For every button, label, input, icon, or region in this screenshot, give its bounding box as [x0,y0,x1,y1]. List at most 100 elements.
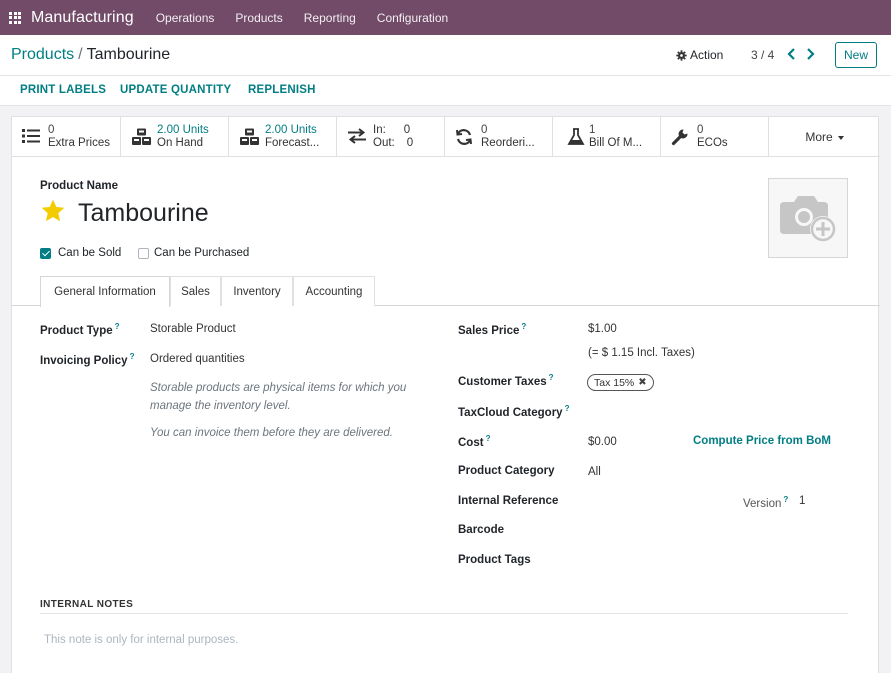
breadcrumb-current: Tambourine [86,46,171,63]
remove-tag-icon[interactable]: ✖ [638,377,646,388]
product-type-label: Product Type? [40,322,120,337]
cost-label: Cost? [458,434,491,449]
extra-prices-count: 0 [48,124,55,136]
can-be-purchased-checkbox[interactable] [138,248,149,259]
more-smart-buttons-dropdown[interactable]: More [769,117,880,157]
product-category-field[interactable]: All [588,466,601,478]
star-icon[interactable] [40,198,66,224]
smart-button-box: 0 Extra Prices 2.00 Units On Hand 2.00 Uni… [12,117,880,157]
chevron-right-icon[interactable] [804,47,816,61]
breadcrumb-separator: / [78,46,83,63]
help-tooltip-icon: ? [783,495,789,504]
gear-icon [676,49,687,61]
on-hand-smart-button[interactable]: 2.00 Units On Hand [121,117,229,157]
new-record-button[interactable]: New [835,42,877,68]
cost-field[interactable]: $0.00 [588,436,617,448]
internal-notes-input[interactable]: This note is only for internal purposes. [44,634,238,646]
forecast-label: Forecast... [265,137,320,149]
help-tooltip-icon: ? [485,434,491,443]
in-count: 0 [403,124,411,136]
version-label: Version? [743,495,789,510]
menu-configuration[interactable]: Configuration [377,11,448,25]
out-label: Out: [373,137,395,149]
extra-prices-label: Extra Prices [48,137,110,149]
bom-label: Bill Of M... [589,137,643,149]
version-field[interactable]: 1 [799,495,805,507]
can-be-sold-checkbox[interactable] [40,248,51,259]
help-tooltip-icon: ? [564,404,570,413]
notebook-tabs: General Information Sales Inventory Acco… [12,276,880,307]
pager-counter[interactable]: 3 / 4 [751,48,774,62]
tax-tag-label: Tax 15% [594,376,635,389]
replenish-button[interactable]: REPLENISH [248,84,316,96]
notes-divider [40,613,848,614]
menu-operations[interactable]: Operations [156,11,215,25]
chevron-left-icon[interactable] [786,47,798,61]
in-out-smart-button[interactable]: In: 0 Out: 0 [337,117,445,157]
form-statusbar: PRINT LABELS UPDATE QUANTITY REPLENISH [0,76,891,106]
app-brand[interactable]: Manufacturing [31,9,134,27]
help-tooltip-icon: ? [114,322,120,331]
product-name-label: Product Name [40,180,118,192]
action-menu-button[interactable]: Action [676,48,723,62]
ecos-smart-button[interactable]: 0 ECOs [661,117,769,157]
help-tooltip-icon: ? [129,352,135,361]
tax-tag[interactable]: Tax 15% ✖ [587,374,654,391]
flask-icon [567,128,585,145]
list-icon [22,129,40,143]
tab-accounting[interactable]: Accounting [293,276,375,306]
extra-prices-smart-button[interactable]: 0 Extra Prices [12,117,121,157]
tab-inventory[interactable]: Inventory [221,276,293,306]
bom-smart-button[interactable]: 1 Bill Of M... [553,117,661,157]
in-label: In: [373,124,386,136]
action-label: Action [690,48,724,62]
refresh-icon [456,129,472,145]
can-be-purchased-label: Can be Purchased [154,247,250,259]
tab-sales[interactable]: Sales [170,276,221,306]
product-type-hint: Storable products are physical items for… [150,382,407,412]
ecos-count: 0 [697,124,704,136]
cubes-icon [132,128,151,145]
sales-price-label: Sales Price? [458,322,527,337]
bom-count: 1 [589,124,596,136]
menu-reporting[interactable]: Reporting [304,11,356,25]
ecos-label: ECOs [697,137,728,149]
control-panel: Products / Tambourine Action 3 / 4 New [0,35,891,76]
forecast-smart-button[interactable]: 2.00 Units Forecast... [229,117,337,157]
invoicing-policy-field[interactable]: Ordered quantities [150,353,245,365]
compute-price-from-bom-button[interactable]: Compute Price from BoM [693,435,831,447]
form-sheet: 0 Extra Prices 2.00 Units On Hand 2.00 Uni… [11,116,880,673]
cubes-icon [240,128,259,145]
help-tooltip-icon: ? [521,322,527,331]
wrench-icon [671,129,688,146]
invoicing-hint: You can invoice them before they are del… [150,427,393,439]
reordering-count: 0 [481,124,488,136]
reordering-smart-button[interactable]: 0 Reorderi... [445,117,553,157]
more-label: More [805,130,833,144]
help-tooltip-icon: ? [548,373,554,382]
invoicing-policy-label: Invoicing Policy? [40,352,135,367]
out-count: 0 [406,137,414,149]
breadcrumb-products-link[interactable]: Products [11,46,74,63]
product-image-upload[interactable] [768,178,848,258]
on-hand-quantity: 2.00 Units [157,124,209,136]
on-hand-label: On Hand [157,137,204,149]
sales-price-field[interactable]: $1.00 [588,323,617,335]
apps-grid-icon[interactable] [9,11,21,24]
update-quantity-button[interactable]: UPDATE QUANTITY [120,84,231,96]
product-tags-label: Product Tags [458,554,531,566]
print-labels-button[interactable]: PRINT LABELS [20,84,106,96]
incl-taxes-price: (= $ 1.15 Incl. Taxes) [588,347,695,359]
product-type-field[interactable]: Storable Product [150,323,236,335]
tab-general-information[interactable]: General Information [40,276,170,307]
top-navbar: Manufacturing Operations Products Report… [0,0,891,35]
can-be-sold-label: Can be Sold [58,247,122,259]
customer-taxes-label: Customer Taxes? [458,373,554,388]
taxcloud-category-label: TaxCloud Category? [458,404,570,419]
product-name-field[interactable]: Tambourine [78,199,209,228]
internal-notes-title: INTERNAL NOTES [40,599,134,610]
transfer-arrows-icon [348,128,366,144]
menu-products[interactable]: Products [235,11,282,25]
product-category-label: Product Category [458,465,555,477]
caret-down-icon [837,136,844,140]
